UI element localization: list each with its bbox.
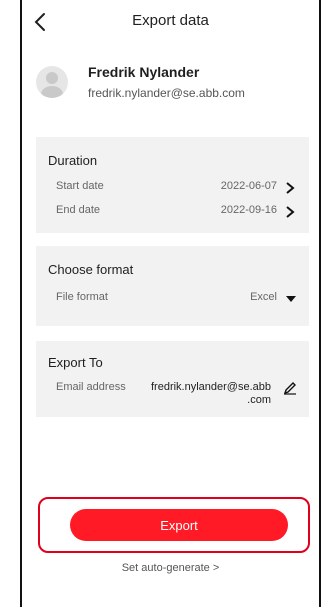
format-title: Choose format — [48, 262, 134, 277]
end-date-row[interactable]: End date 2022-09-16 — [56, 204, 299, 222]
email-row[interactable]: Email address fredrik.nylander@se.abb .c… — [56, 381, 299, 411]
format-card: Choose format File format Excel — [36, 246, 309, 326]
export-highlight-box: Export — [38, 497, 310, 553]
start-date-row[interactable]: Start date 2022-06-07 — [56, 180, 299, 198]
file-format-value: Excel — [250, 291, 277, 303]
edit-pencil-icon[interactable] — [283, 381, 297, 395]
end-date-value: 2022-09-16 — [220, 204, 277, 216]
page-title: Export data — [132, 12, 209, 29]
chevron-right-icon — [286, 206, 295, 218]
start-date-value: 2022-06-07 — [220, 180, 277, 192]
chevron-right-icon — [286, 182, 295, 194]
header: Export data — [22, 0, 319, 44]
email-value: fredrik.nylander@se.abb .com — [131, 381, 271, 407]
dropdown-triangle-icon — [286, 296, 296, 302]
end-date-label: End date — [56, 204, 101, 216]
email-label: Email address — [56, 381, 126, 393]
file-format-row[interactable]: File format Excel — [56, 291, 299, 309]
email-value-line1: fredrik.nylander@se.abb — [150, 381, 271, 393]
duration-title: Duration — [48, 153, 98, 168]
export-button[interactable]: Export — [70, 509, 288, 541]
export-to-title: Export To — [48, 355, 103, 370]
export-to-card: Export To Email address fredrik.nylander… — [36, 341, 309, 417]
set-auto-generate-link[interactable]: Set auto-generate > — [22, 562, 319, 574]
duration-card: Duration Start date 2022-06-07 End date … — [36, 137, 309, 233]
email-value-line2: .com — [247, 394, 271, 406]
user-email: fredrik.nylander@se.abb.com — [88, 86, 245, 100]
user-info: Fredrik Nylander fredrik.nylander@se.abb… — [36, 60, 309, 104]
start-date-label: Start date — [56, 180, 104, 192]
avatar-placeholder-icon — [36, 66, 68, 98]
user-name: Fredrik Nylander — [88, 64, 200, 80]
file-format-label: File format — [56, 291, 108, 303]
